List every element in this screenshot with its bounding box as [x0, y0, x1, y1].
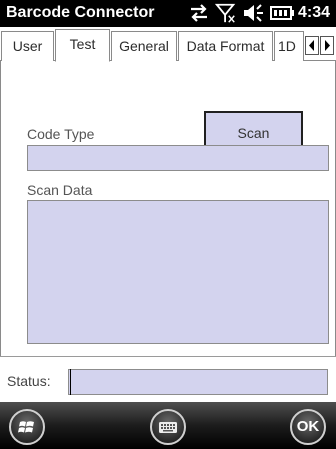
tab-scroll-right-button[interactable]	[320, 36, 334, 55]
code-type-label: Code Type	[27, 126, 95, 142]
tab-scroll-left-button[interactable]	[305, 36, 319, 55]
tab-user[interactable]: User	[1, 31, 54, 61]
menu-bar: OK	[0, 402, 336, 449]
status-label: Status:	[7, 373, 51, 389]
status-field[interactable]	[68, 369, 328, 395]
connectivity-arrows-icon[interactable]	[187, 2, 211, 24]
keyboard-icon	[159, 422, 177, 433]
volume-icon[interactable]	[242, 2, 268, 24]
ok-icon: OK	[296, 418, 320, 435]
battery-icon[interactable]	[270, 2, 296, 24]
status-row: Status:	[0, 357, 336, 402]
arrow-left-icon	[309, 40, 314, 51]
no-signal-icon[interactable]	[214, 2, 238, 24]
text-caret	[70, 369, 71, 395]
test-panel: Scan Code Type Scan Data	[0, 61, 336, 357]
tab-test[interactable]: Test	[55, 29, 110, 62]
tab-bar: User Test General Data Format 1D	[0, 27, 336, 62]
scan-data-label: Scan Data	[27, 182, 93, 198]
scan-data-field[interactable]	[27, 200, 329, 344]
tab-1d[interactable]: 1D	[274, 31, 304, 61]
ok-button[interactable]: OK	[290, 409, 326, 445]
code-type-field[interactable]	[27, 145, 329, 171]
tab-general[interactable]: General	[111, 31, 177, 61]
windows-start-icon	[18, 421, 34, 433]
app-title: Barcode Connector	[6, 4, 155, 21]
arrow-right-icon	[325, 40, 330, 51]
tab-data-format[interactable]: Data Format	[178, 31, 273, 61]
start-button[interactable]	[9, 409, 45, 445]
keyboard-button[interactable]	[150, 409, 186, 445]
clock: 4:34	[298, 4, 331, 21]
title-bar: Barcode Connector 4:34	[0, 0, 336, 27]
